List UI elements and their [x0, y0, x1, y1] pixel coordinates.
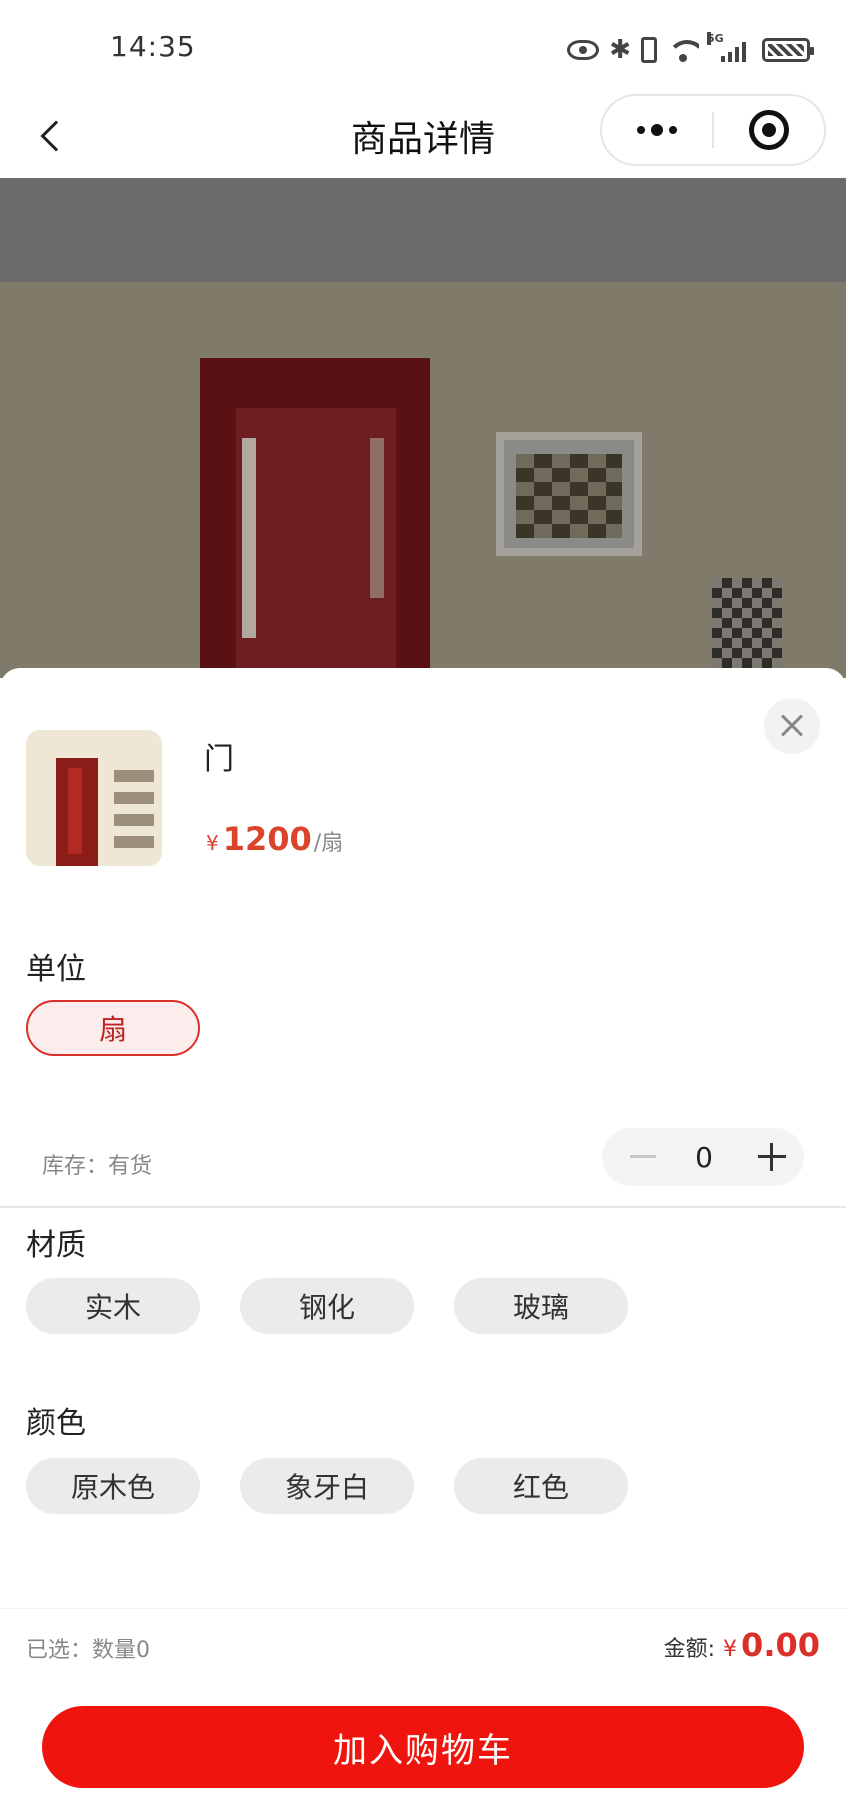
product-name: 门: [204, 742, 234, 777]
color-option[interactable]: 象牙白: [240, 1458, 414, 1514]
close-miniprogram-button[interactable]: [714, 96, 824, 164]
bluetooth-icon: ✱: [609, 35, 631, 65]
quantity-stepper: 0: [602, 1128, 804, 1186]
status-icons: ✱ 5G: [567, 30, 814, 70]
product-hero-image: [0, 178, 846, 678]
amount-currency: ¥: [723, 1637, 738, 1662]
color-section-label: 颜色: [26, 1406, 86, 1441]
color-option[interactable]: 原木色: [26, 1458, 200, 1514]
selected-summary: 已选：数量0: [26, 1638, 150, 1663]
miniprogram-capsule: [600, 94, 826, 166]
price-value: 1200: [222, 820, 312, 858]
divider: [0, 1206, 846, 1208]
price-currency: ¥: [206, 831, 219, 855]
price-unit: /扇: [313, 831, 344, 856]
more-button[interactable]: [602, 96, 712, 164]
unit-section-label: 单位: [26, 952, 86, 987]
battery-icon: [762, 38, 814, 62]
decrease-quantity-button[interactable]: [622, 1128, 662, 1186]
signal-icon: 5G: [707, 32, 746, 62]
vibrate-icon: [641, 37, 657, 63]
lamp-image: [712, 578, 782, 678]
network-type-label: 5G: [707, 32, 724, 45]
wifi-icon: [667, 38, 699, 62]
more-dots-icon: [637, 126, 645, 134]
total-amount: 金额: ¥ 0.00: [664, 1626, 820, 1664]
material-section-label: 材质: [26, 1228, 86, 1263]
material-option[interactable]: 玻璃: [454, 1278, 628, 1334]
product-price: ¥ 1200 /扇: [206, 820, 343, 858]
material-option[interactable]: 实木: [26, 1278, 200, 1334]
material-option[interactable]: 钢化: [240, 1278, 414, 1334]
wall-picture-image: [496, 432, 642, 556]
close-sheet-button[interactable]: [764, 698, 820, 754]
nav-bar: 商品详情: [0, 92, 846, 178]
add-to-cart-button[interactable]: 加入购物车: [42, 1706, 804, 1788]
amount-value: 0.00: [741, 1626, 820, 1664]
status-bar: 14:35 ✱ 5G: [0, 0, 846, 92]
eye-icon: [567, 40, 600, 60]
amount-label: 金额:: [663, 1637, 716, 1662]
status-time: 14:35: [110, 30, 196, 63]
product-thumbnail: [26, 730, 162, 866]
door-image: [200, 358, 430, 678]
color-option[interactable]: 红色: [454, 1458, 628, 1514]
unit-option[interactable]: 扇: [26, 1000, 200, 1056]
quantity-value[interactable]: 0: [672, 1141, 736, 1174]
target-circle-icon: [748, 110, 789, 150]
increase-quantity-button[interactable]: [752, 1128, 792, 1186]
stock-status: 库存：有货: [42, 1154, 153, 1179]
footer-divider: [0, 1608, 846, 1609]
sku-selection-sheet: 门 ¥ 1200 /扇 单位 扇 库存：有货 0 材质 实木 钢化 玻璃 颜色 …: [0, 668, 846, 1808]
